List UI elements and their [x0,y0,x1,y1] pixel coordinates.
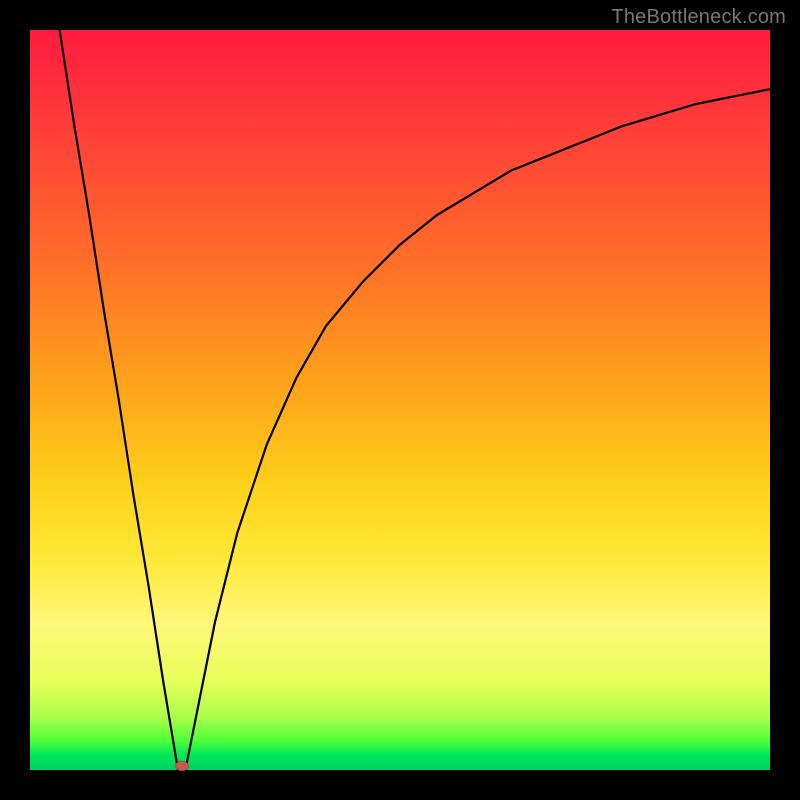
bottleneck-curve [30,30,770,770]
watermark-text: TheBottleneck.com [611,6,786,29]
curve-path [60,30,770,770]
frame: TheBottleneck.com [0,0,800,800]
